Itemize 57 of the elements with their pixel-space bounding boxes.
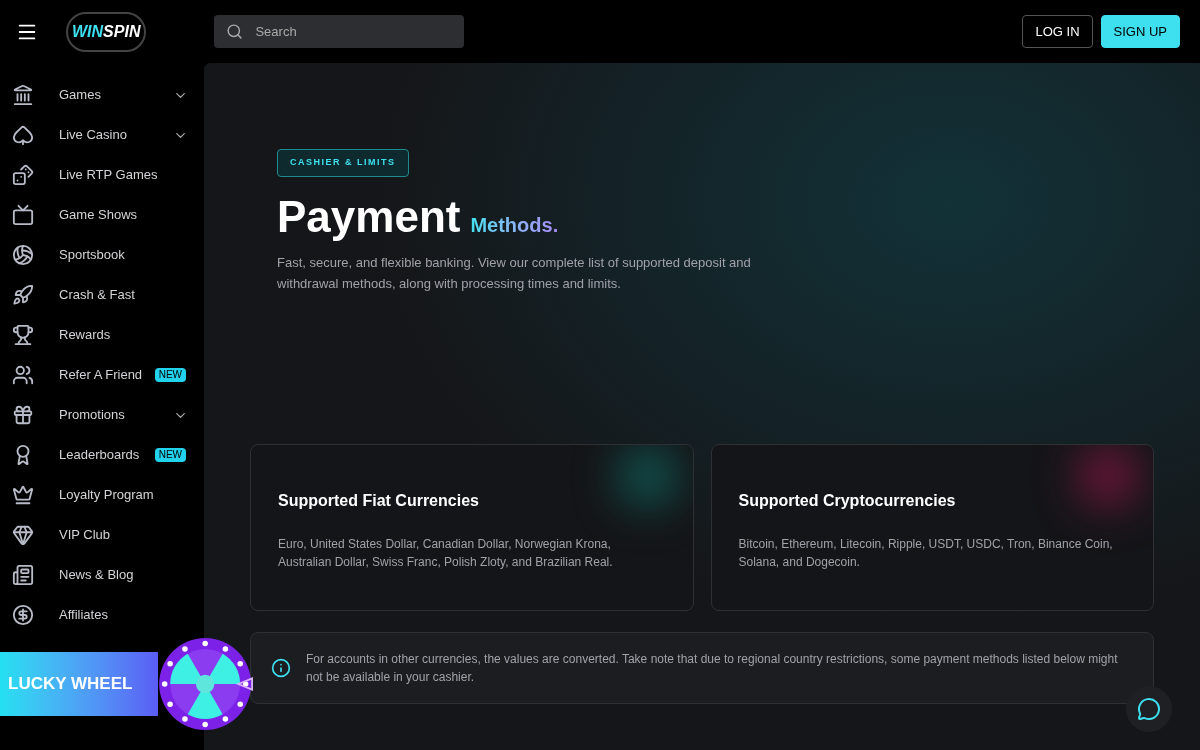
sidebar-item[interactable]: Live RTP Games — [0, 155, 204, 195]
new-badge: NEW — [154, 448, 186, 462]
sidebar-item[interactable]: Rewards — [0, 315, 204, 355]
card-title: Supported Cryptocurrencies — [738, 490, 957, 511]
log-in-button[interactable]: LOG IN — [1022, 15, 1093, 48]
sidebar-item[interactable]: Loyalty Program — [0, 475, 204, 515]
notice-text: For accounts in other currencies, the values are converted. Take note that due to regional country restrictions, some payment methods listed below might not be available in your cashier. — [306, 650, 1119, 686]
dice-icon — [12, 164, 34, 186]
logo[interactable]: WINSPIN — [66, 11, 147, 52]
sidebar-label: Live Casino — [59, 126, 127, 145]
people-icon — [12, 364, 34, 386]
info-icon — [271, 657, 291, 678]
sidebar-label: Rewards — [59, 326, 111, 345]
ball-icon — [12, 244, 34, 266]
sidebar-item[interactable]: Affiliates — [0, 595, 204, 635]
sidebar-label: Promotions — [59, 406, 125, 425]
sidebar-label: Sportsbook — [59, 246, 125, 265]
gem-icon — [12, 524, 34, 546]
sidebar-label: Affiliates — [59, 606, 108, 625]
sidebar-label: News & Blog — [59, 566, 134, 585]
sidebar-label: Games — [59, 86, 101, 105]
sidebar-item[interactable]: Crash & Fast — [0, 275, 204, 315]
crown-icon — [12, 484, 34, 506]
search-icon — [226, 23, 244, 40]
sidebar-item[interactable]: Leaderboards NEW — [0, 435, 204, 475]
sidebar-label: Game Shows — [59, 206, 138, 225]
card-text: Bitcoin, Ethereum, Litecoin, Ripple, USDT, USDC, Tron, Binance Coin, Solana, and Dogecoin. — [738, 535, 1114, 571]
sidebar-item[interactable]: Promotions — [0, 395, 204, 435]
page-description: Fast, secure, and flexible banking. View our complete list of supported deposit and withdrawal methods, along with processing times and limits. — [277, 253, 752, 293]
sidebar-label: VIP Club — [59, 526, 111, 545]
sidebar-item[interactable]: Games — [0, 75, 204, 115]
sidebar-label: Leaderboards — [59, 446, 140, 465]
document-icon — [12, 564, 34, 586]
dollar-icon — [12, 604, 34, 626]
category-tag: CASHIER & LIMITS — [277, 149, 409, 177]
chat-bubble-icon — [1137, 697, 1161, 721]
prize-wheel-icon[interactable] — [159, 638, 255, 730]
page-title: Payment — [277, 190, 461, 243]
sign-up-button[interactable]: SIGN UP — [1100, 15, 1180, 48]
card-title: Supported Fiat Currencies — [278, 490, 480, 511]
trophy-icon — [12, 324, 34, 346]
rocket-icon — [12, 284, 34, 306]
new-badge: NEW — [154, 368, 186, 382]
sidebar-item[interactable]: Refer A Friend NEW — [0, 355, 204, 395]
tv-icon — [12, 204, 34, 226]
card-text: Euro, United States Dollar, Canadian Dollar, Norwegian Krona, Australian Dollar, Swiss Franc, Polish Zloty, and Brazilian Real. — [278, 535, 614, 571]
sidebar-item[interactable]: Game Shows — [0, 195, 204, 235]
gift-icon — [12, 404, 34, 426]
sidebar-label: Loyalty Program — [59, 486, 154, 505]
sidebar-item[interactable]: News & Blog — [0, 555, 204, 595]
sidebar-item[interactable]: Sportsbook — [0, 235, 204, 275]
sidebar-item[interactable]: Live Casino — [0, 115, 204, 155]
sidebar-label: Refer A Friend — [59, 366, 143, 385]
sidebar-label: Crash & Fast — [59, 286, 135, 305]
search-field[interactable]: Search — [214, 15, 465, 48]
sidebar-label: Live RTP Games — [59, 166, 158, 185]
sidebar-item[interactable]: VIP Club — [0, 515, 204, 555]
